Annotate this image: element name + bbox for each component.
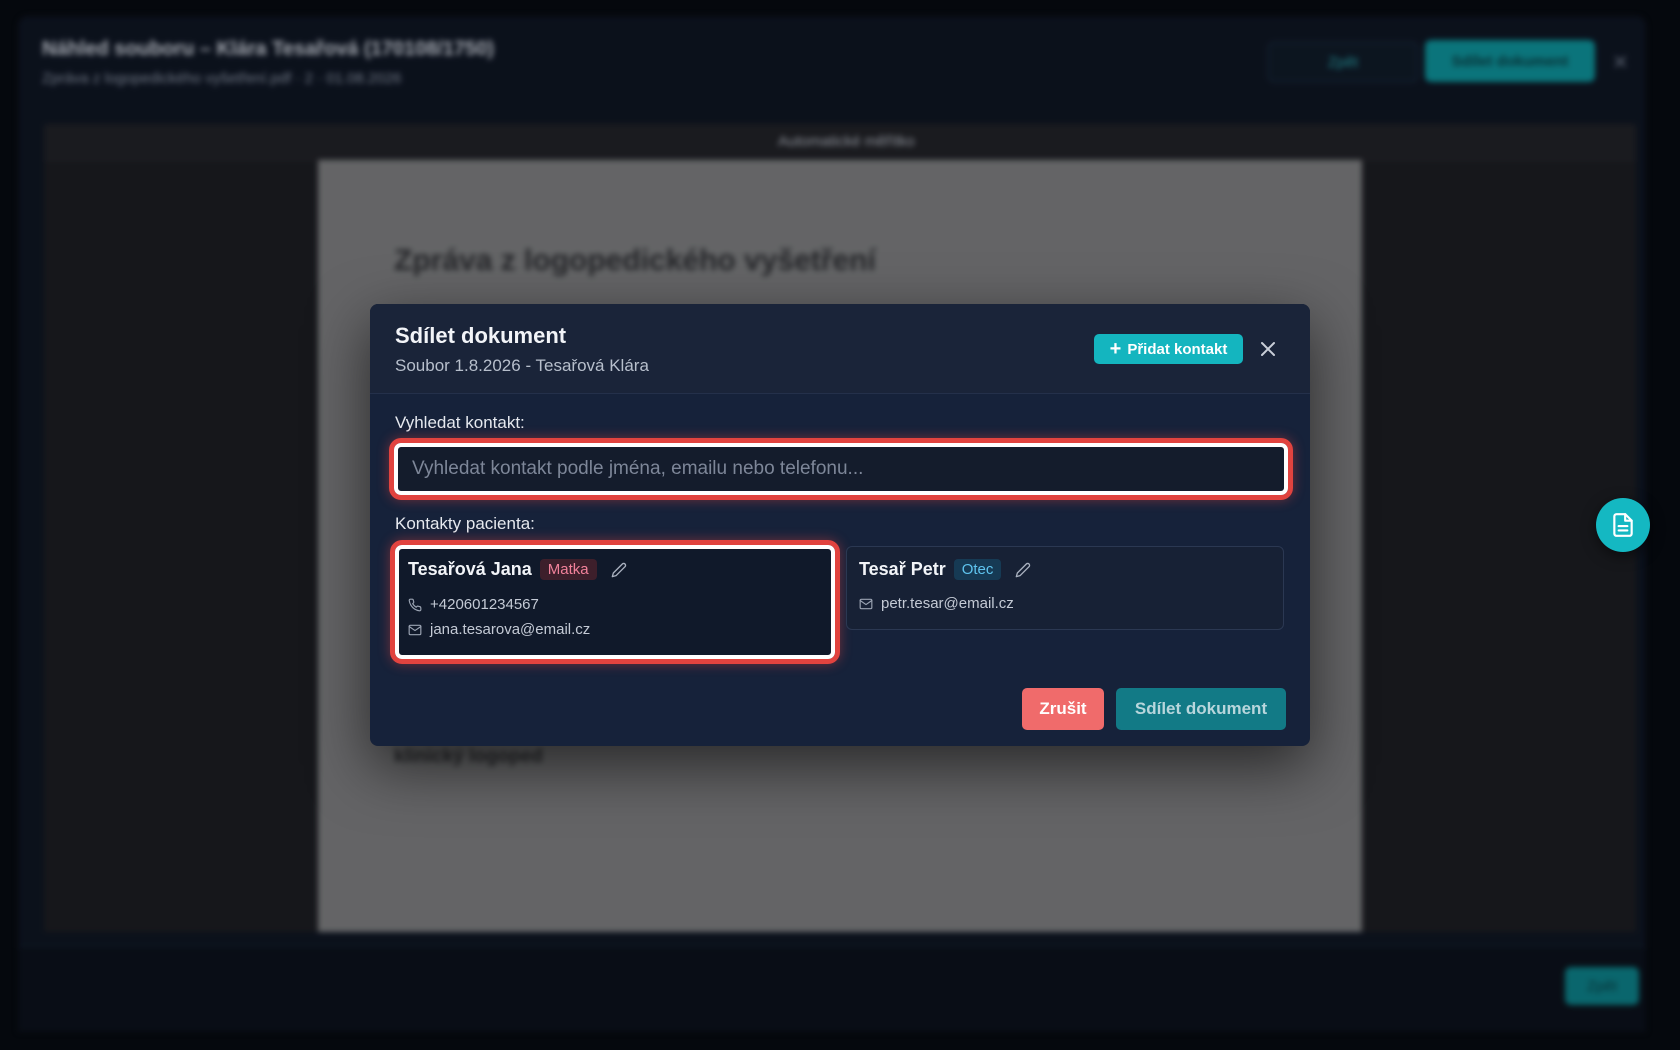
contact-email-row: petr.tesar@email.cz <box>859 595 1014 612</box>
pencil-icon[interactable] <box>611 562 627 578</box>
dialog-subtitle: Soubor 1.8.2026 - Tesařová Klára <box>395 356 649 375</box>
add-contact-button[interactable]: + Přidat kontakt <box>1094 334 1243 364</box>
contact-email: petr.tesar@email.cz <box>881 595 1014 612</box>
plus-icon: + <box>1109 338 1122 360</box>
role-badge: Otec <box>953 559 1002 580</box>
search-label: Vyhledat kontakt: <box>395 413 525 432</box>
add-contact-label: Přidat kontakt <box>1127 340 1228 358</box>
dialog-header: Sdílet dokument Soubor 1.8.2026 - Tesařo… <box>370 304 1310 394</box>
contact-card-tesarova-jana[interactable]: Tesařová Jana Matka +420601234567 jana.t… <box>390 540 840 664</box>
document-fab[interactable] <box>1596 498 1650 552</box>
contact-email-row: jana.tesarova@email.cz <box>408 621 590 638</box>
contact-name: Tesařová Jana <box>408 559 532 579</box>
dialog-title: Sdílet dokument <box>395 323 567 348</box>
close-icon[interactable] <box>1256 337 1280 361</box>
contact-card-inner: Tesařová Jana Matka +420601234567 jana.t… <box>395 545 835 659</box>
search-field-highlight <box>389 438 1293 500</box>
role-badge: Matka <box>539 559 597 580</box>
pencil-icon[interactable] <box>1015 562 1031 578</box>
contact-name: Tesař Petr <box>859 559 946 579</box>
phone-icon <box>408 598 422 611</box>
cancel-button[interactable]: Zrušit <box>1022 688 1104 730</box>
contact-phone-row: +420601234567 <box>408 596 539 613</box>
contact-email: jana.tesarova@email.cz <box>430 621 591 638</box>
share-dialog: Sdílet dokument Soubor 1.8.2026 - Tesařo… <box>370 304 1310 746</box>
document-icon <box>1613 513 1633 537</box>
contact-card-tesar-petr[interactable]: Tesař Petr Otec petr.tesar@email.cz <box>846 546 1284 630</box>
contact-phone: +420601234567 <box>430 596 539 613</box>
share-document-button[interactable]: Sdílet dokument <box>1116 688 1286 730</box>
mail-icon <box>408 624 422 635</box>
contact-name-row: Tesař Petr Otec <box>859 559 1031 580</box>
mail-icon <box>859 598 873 609</box>
contact-name-row: Tesařová Jana Matka <box>408 559 627 580</box>
contacts-label: Kontakty pacienta: <box>395 514 535 533</box>
contact-search-input[interactable] <box>394 443 1288 495</box>
